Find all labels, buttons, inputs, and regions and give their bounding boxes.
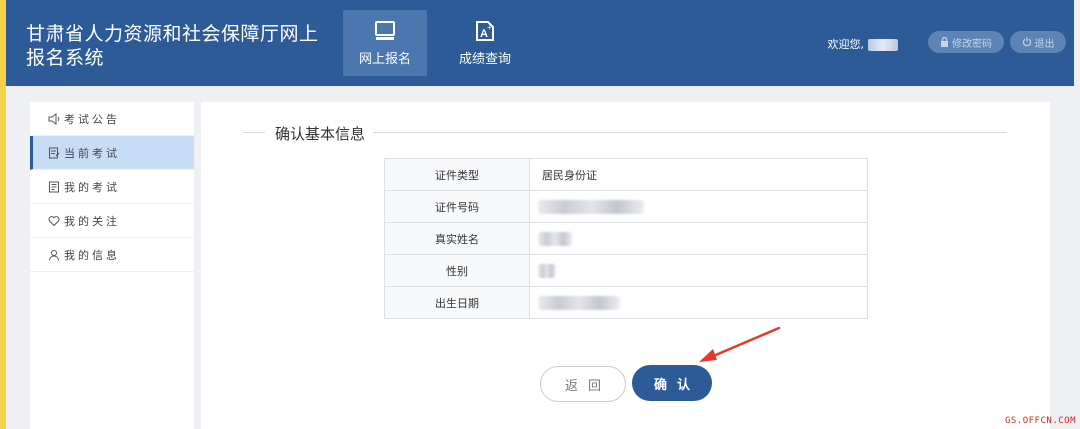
monitor-icon bbox=[375, 21, 395, 40]
sidebar-item-announcements[interactable]: 考试公告 bbox=[30, 102, 194, 136]
table-row: 出生日期 bbox=[384, 286, 868, 319]
redacted-gender bbox=[538, 263, 556, 278]
field-value-gender bbox=[529, 254, 868, 287]
sidebar-item-current-exam[interactable]: 当前考试 bbox=[30, 136, 194, 170]
nav-score-query[interactable]: A + 成绩查询 bbox=[443, 10, 527, 76]
section-divider-left bbox=[243, 132, 265, 133]
logout-button[interactable]: 退出 bbox=[1010, 31, 1066, 53]
sidebar-item-my-follows[interactable]: 我的关注 bbox=[30, 204, 194, 238]
sidebar-item-label: 我的信息 bbox=[64, 248, 120, 262]
section-header: 确认基本信息 bbox=[243, 123, 1007, 144]
field-value-birth-date bbox=[529, 286, 868, 319]
confirm-button[interactable]: 确认 bbox=[632, 365, 712, 401]
section-divider-right bbox=[373, 132, 1007, 133]
redacted-real-name bbox=[538, 231, 572, 246]
basic-info-table: 证件类型 居民身份证 证件号码 真实姓名 性别 出生日期 bbox=[384, 158, 868, 319]
section-title: 确认基本信息 bbox=[267, 123, 374, 144]
announcement-icon bbox=[48, 112, 60, 125]
edit-document-icon bbox=[49, 147, 60, 158]
sidebar: 考试公告 当前考试 我的考试 我的关注 我的信息 bbox=[30, 102, 194, 429]
nav-online-registration[interactable]: 网上报名 bbox=[343, 10, 427, 76]
field-value-id-number bbox=[529, 190, 868, 223]
top-header: 甘肃省人力资源和社会保障厅网上报名系统 网上报名 A + 成绩查询 欢迎您, 修… bbox=[6, 0, 1074, 86]
logout-label: 退出 bbox=[1034, 38, 1055, 50]
sidebar-item-label: 考试公告 bbox=[64, 112, 120, 126]
field-label-real-name: 真实姓名 bbox=[384, 222, 530, 255]
field-label-id-number: 证件号码 bbox=[384, 190, 530, 223]
welcome-text: 欢迎您, bbox=[827, 36, 898, 52]
nav-online-registration-label: 网上报名 bbox=[358, 52, 411, 67]
redacted-id-number bbox=[538, 199, 644, 214]
heart-icon bbox=[48, 215, 60, 226]
welcome-label: 欢迎您, bbox=[827, 38, 865, 51]
redacted-birth-date bbox=[538, 295, 620, 310]
field-value-id-type: 居民身份证 bbox=[529, 158, 868, 191]
change-password-button[interactable]: 修改密码 bbox=[928, 31, 1004, 53]
lock-icon bbox=[941, 37, 948, 47]
grade-document-icon: A + bbox=[476, 21, 494, 41]
site-title: 甘肃省人力资源和社会保障厅网上报名系统 bbox=[26, 23, 319, 69]
main-panel: 确认基本信息 证件类型 居民身份证 证件号码 真实姓名 性别 出生日期 返回 确… bbox=[201, 102, 1050, 429]
field-label-birth-date: 出生日期 bbox=[384, 286, 530, 319]
table-row: 真实姓名 bbox=[384, 222, 868, 255]
annotation-arrow-icon bbox=[699, 326, 781, 362]
user-icon bbox=[49, 249, 59, 261]
field-label-id-type: 证件类型 bbox=[384, 158, 530, 191]
sidebar-item-label: 我的考试 bbox=[64, 180, 120, 194]
back-button[interactable]: 返回 bbox=[540, 366, 626, 402]
table-row: 证件号码 bbox=[384, 190, 868, 223]
svg-text:+: + bbox=[487, 23, 492, 32]
power-icon bbox=[1022, 37, 1031, 47]
sidebar-item-my-info[interactable]: 我的信息 bbox=[30, 238, 194, 272]
field-value-real-name bbox=[529, 222, 868, 255]
field-label-gender: 性别 bbox=[384, 254, 530, 287]
sidebar-item-label: 我的关注 bbox=[64, 214, 120, 228]
sidebar-item-my-exams[interactable]: 我的考试 bbox=[30, 170, 194, 204]
exam-list-icon bbox=[49, 181, 59, 192]
nav-score-query-label: 成绩查询 bbox=[458, 52, 511, 67]
change-password-label: 修改密码 bbox=[952, 38, 992, 50]
table-row: 证件类型 居民身份证 bbox=[384, 158, 868, 191]
sidebar-item-label: 当前考试 bbox=[64, 146, 120, 160]
username-redacted bbox=[868, 39, 898, 51]
table-row: 性别 bbox=[384, 254, 868, 287]
watermark: GS.OFFCN.COM bbox=[1004, 416, 1076, 426]
